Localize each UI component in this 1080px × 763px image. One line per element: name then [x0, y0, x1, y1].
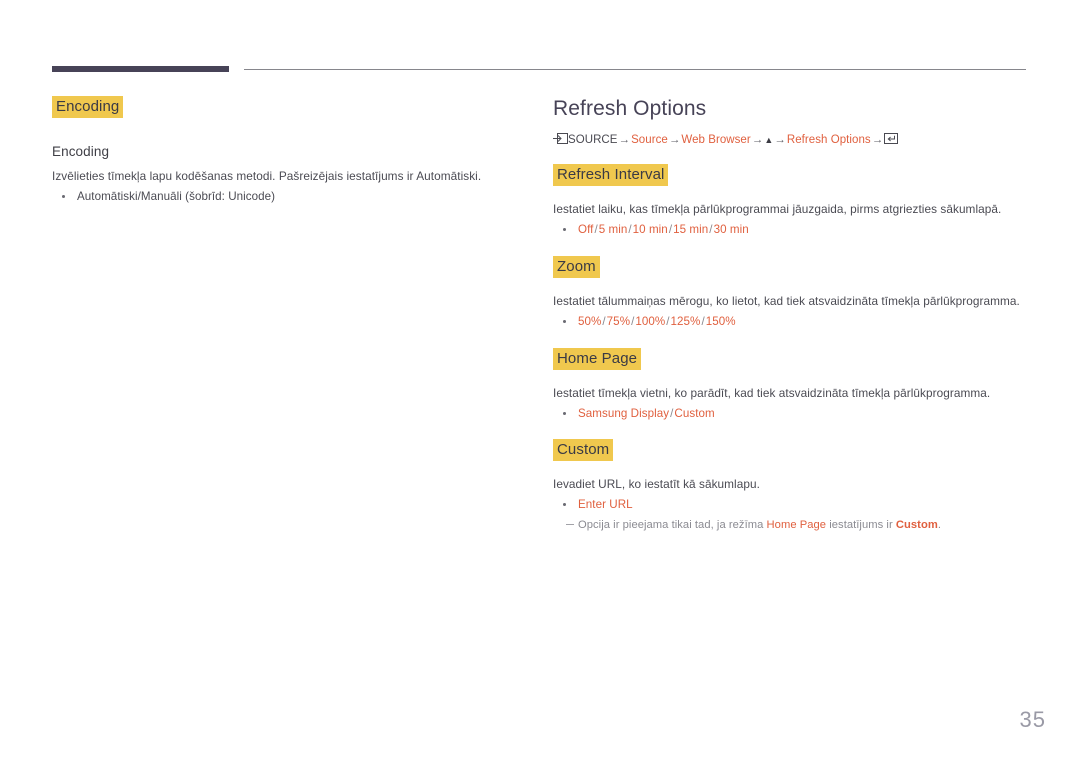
header-rule-thick — [52, 66, 229, 72]
section-refresh-interval: Refresh Interval Iestatiet laiku, kas tī… — [553, 164, 1026, 238]
document-page: { "colors": { "highlight": "#f0c84e", "a… — [0, 0, 1080, 763]
option-value[interactable]: Enter URL — [578, 498, 633, 511]
footnote-accent-custom: Custom — [895, 519, 938, 532]
section-option-list: Off/5 min/10 min/15 min/30 min — [553, 221, 1026, 238]
breadcrumb: SOURCE→Source→Web Browser→▲→Refresh Opti… — [553, 132, 1026, 148]
breadcrumb-arrow: → — [871, 134, 884, 147]
section-custom: Custom Ievadiet URL, ko iestatīt kā sāku… — [553, 439, 1026, 533]
right-column: Refresh Options SOURCE→Source→Web Browse… — [553, 96, 1026, 533]
breadcrumb-arrow: → — [751, 134, 764, 147]
source-input-icon — [553, 133, 568, 145]
section-title: Refresh Interval — [553, 164, 669, 187]
section-title: Home Page — [553, 348, 642, 371]
section-option-list: 50%/75%/100%/125%/150% — [553, 313, 1026, 330]
option-value[interactable]: 10 min — [633, 223, 668, 236]
left-highlight-heading: Encoding — [52, 96, 124, 118]
option-value[interactable]: Samsung Display — [578, 407, 669, 420]
breadcrumb-source-label: SOURCE — [568, 134, 618, 147]
page-number: 35 — [1019, 707, 1046, 732]
section-home-page: Home Page Iestatiet tīmekļa vietni, ko p… — [553, 348, 1026, 422]
section-footnote: Opcija ir pieejama tikai tad, ja režīma … — [553, 517, 1026, 533]
option-value[interactable]: 5 min — [599, 223, 628, 236]
breadcrumb-arrow: → — [668, 134, 681, 147]
option-value[interactable]: 100% — [635, 315, 665, 328]
breadcrumb-arrow: → — [774, 134, 786, 147]
footnote-accent-home-page: Home Page — [766, 519, 827, 532]
section-description: Iestatiet laiku, kas tīmekļa pārlūkprogr… — [553, 202, 1002, 217]
breadcrumb-item-web-browser[interactable]: Web Browser — [681, 134, 750, 146]
section-option-list: Enter URL — [553, 496, 1026, 513]
list-item: Enter URL — [553, 496, 1026, 513]
footnote-text: Opcija ir pieejama tikai tad, ja režīma — [578, 519, 767, 532]
bullet-text: Automātiski/Manuāli (šobrīd: Unicode) — [77, 190, 276, 203]
section-description: Iestatiet tālummaiņas mērogu, ko lietot,… — [553, 294, 1020, 309]
left-description: Izvēlieties tīmekļa lapu kodēšanas metod… — [52, 169, 482, 183]
option-value[interactable]: 150% — [706, 315, 736, 328]
footnote-text: . — [937, 519, 942, 532]
header-rule-thin — [244, 69, 1026, 70]
section-description: Iestatiet tīmekļa vietni, ko parādīt, ka… — [553, 386, 991, 401]
section-option-list: Samsung Display/Custom — [553, 405, 1026, 422]
option-value[interactable]: 50% — [578, 315, 601, 328]
option-value[interactable]: Custom — [674, 407, 714, 420]
option-value[interactable]: 30 min — [714, 223, 749, 236]
option-value[interactable]: 15 min — [673, 223, 708, 236]
list-item: Samsung Display/Custom — [553, 405, 1026, 422]
up-triangle-icon: ▲ — [764, 135, 774, 146]
option-value[interactable]: 75% — [607, 315, 630, 328]
list-item: Automātiski/Manuāli (šobrīd: Unicode) — [52, 188, 502, 205]
option-value[interactable]: Off — [578, 223, 593, 236]
breadcrumb-arrow: → — [618, 134, 631, 147]
left-bullet-list: Automātiski/Manuāli (šobrīd: Unicode) — [52, 188, 502, 205]
breadcrumb-item-source[interactable]: Source — [631, 134, 668, 146]
breadcrumb-item-refresh-options[interactable]: Refresh Options — [787, 134, 871, 146]
section-description: Ievadiet URL, ko iestatīt kā sākumlapu. — [553, 477, 760, 492]
section-title: Custom — [553, 439, 614, 462]
section-zoom: Zoom Iestatiet tālummaiņas mērogu, ko li… — [553, 256, 1026, 330]
footnote-text: iestatījums ir — [826, 519, 896, 532]
left-column: Encoding Encoding Izvēlieties tīmekļa la… — [52, 96, 502, 205]
left-sub-heading: Encoding — [52, 144, 110, 159]
option-value[interactable]: 125% — [671, 315, 701, 328]
list-item: Off/5 min/10 min/15 min/30 min — [553, 221, 1026, 238]
section-title: Zoom — [553, 256, 600, 279]
page-title: Refresh Options — [553, 97, 707, 120]
header-rule — [52, 66, 1026, 74]
list-item: 50%/75%/100%/125%/150% — [553, 313, 1026, 330]
enter-key-icon — [884, 133, 899, 145]
